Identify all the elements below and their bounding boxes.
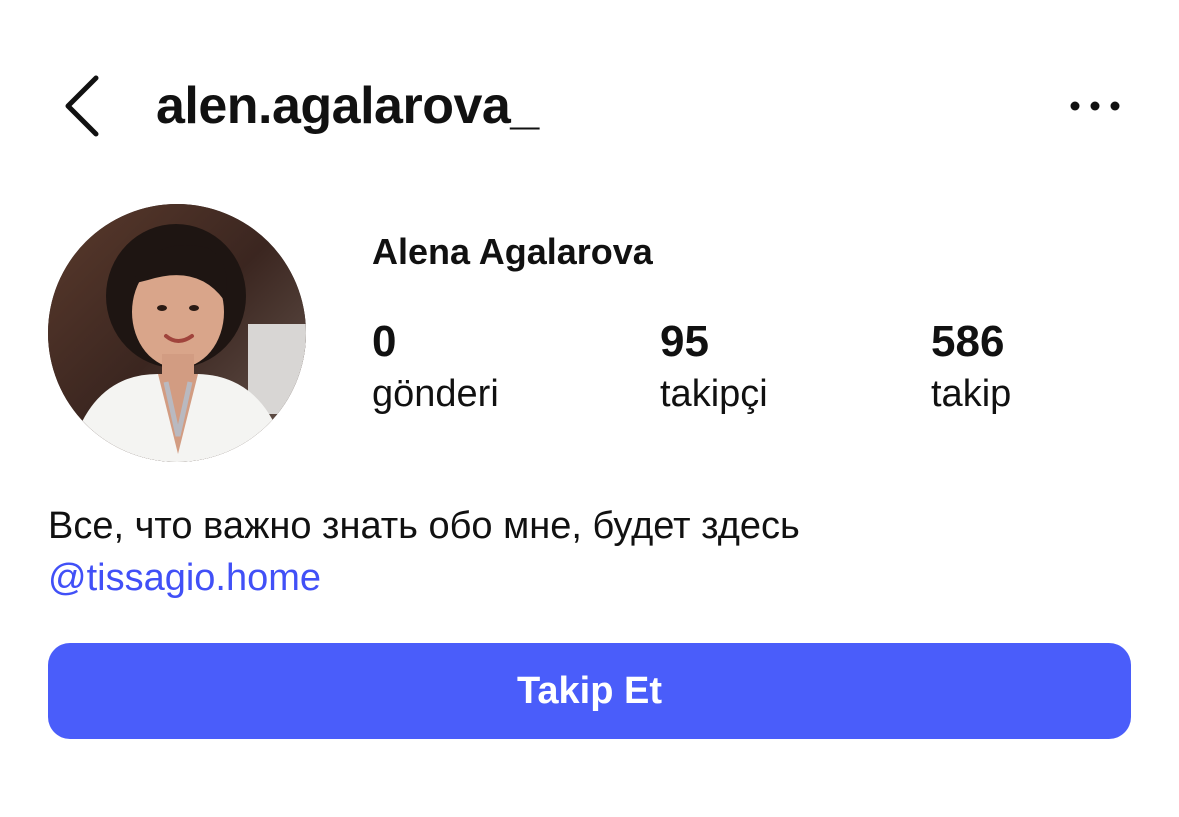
followers-value: 95 xyxy=(660,317,709,366)
follow-button[interactable]: Takip Et xyxy=(48,643,1131,739)
posts-count[interactable]: 0 gönderi xyxy=(372,316,499,418)
avatar[interactable] xyxy=(48,204,306,462)
following-value: 586 xyxy=(931,317,1005,366)
posts-label: gönderi xyxy=(372,373,499,415)
display-name: Alena Agalarova xyxy=(372,231,653,272)
bio-text: Все, что важно знать обо мне, будет здес… xyxy=(48,505,800,547)
following-label: takip xyxy=(931,373,1012,415)
more-options-button[interactable] xyxy=(1064,86,1126,126)
followers-label: takipçi xyxy=(660,373,768,415)
back-button[interactable] xyxy=(56,68,112,148)
bio-mention-link[interactable]: @tissagio.home xyxy=(48,552,321,604)
chevron-left-icon xyxy=(65,75,99,137)
profile-username: alen.agalarova_ xyxy=(156,77,539,135)
following-count[interactable]: 586 takip xyxy=(931,316,1011,418)
posts-value: 0 xyxy=(372,317,397,366)
profile-header: alen.agalarova_ xyxy=(0,0,1179,200)
more-horizontal-icon xyxy=(1070,101,1120,111)
followers-count[interactable]: 95 takipçi xyxy=(660,316,768,418)
profile-photo xyxy=(48,204,306,462)
